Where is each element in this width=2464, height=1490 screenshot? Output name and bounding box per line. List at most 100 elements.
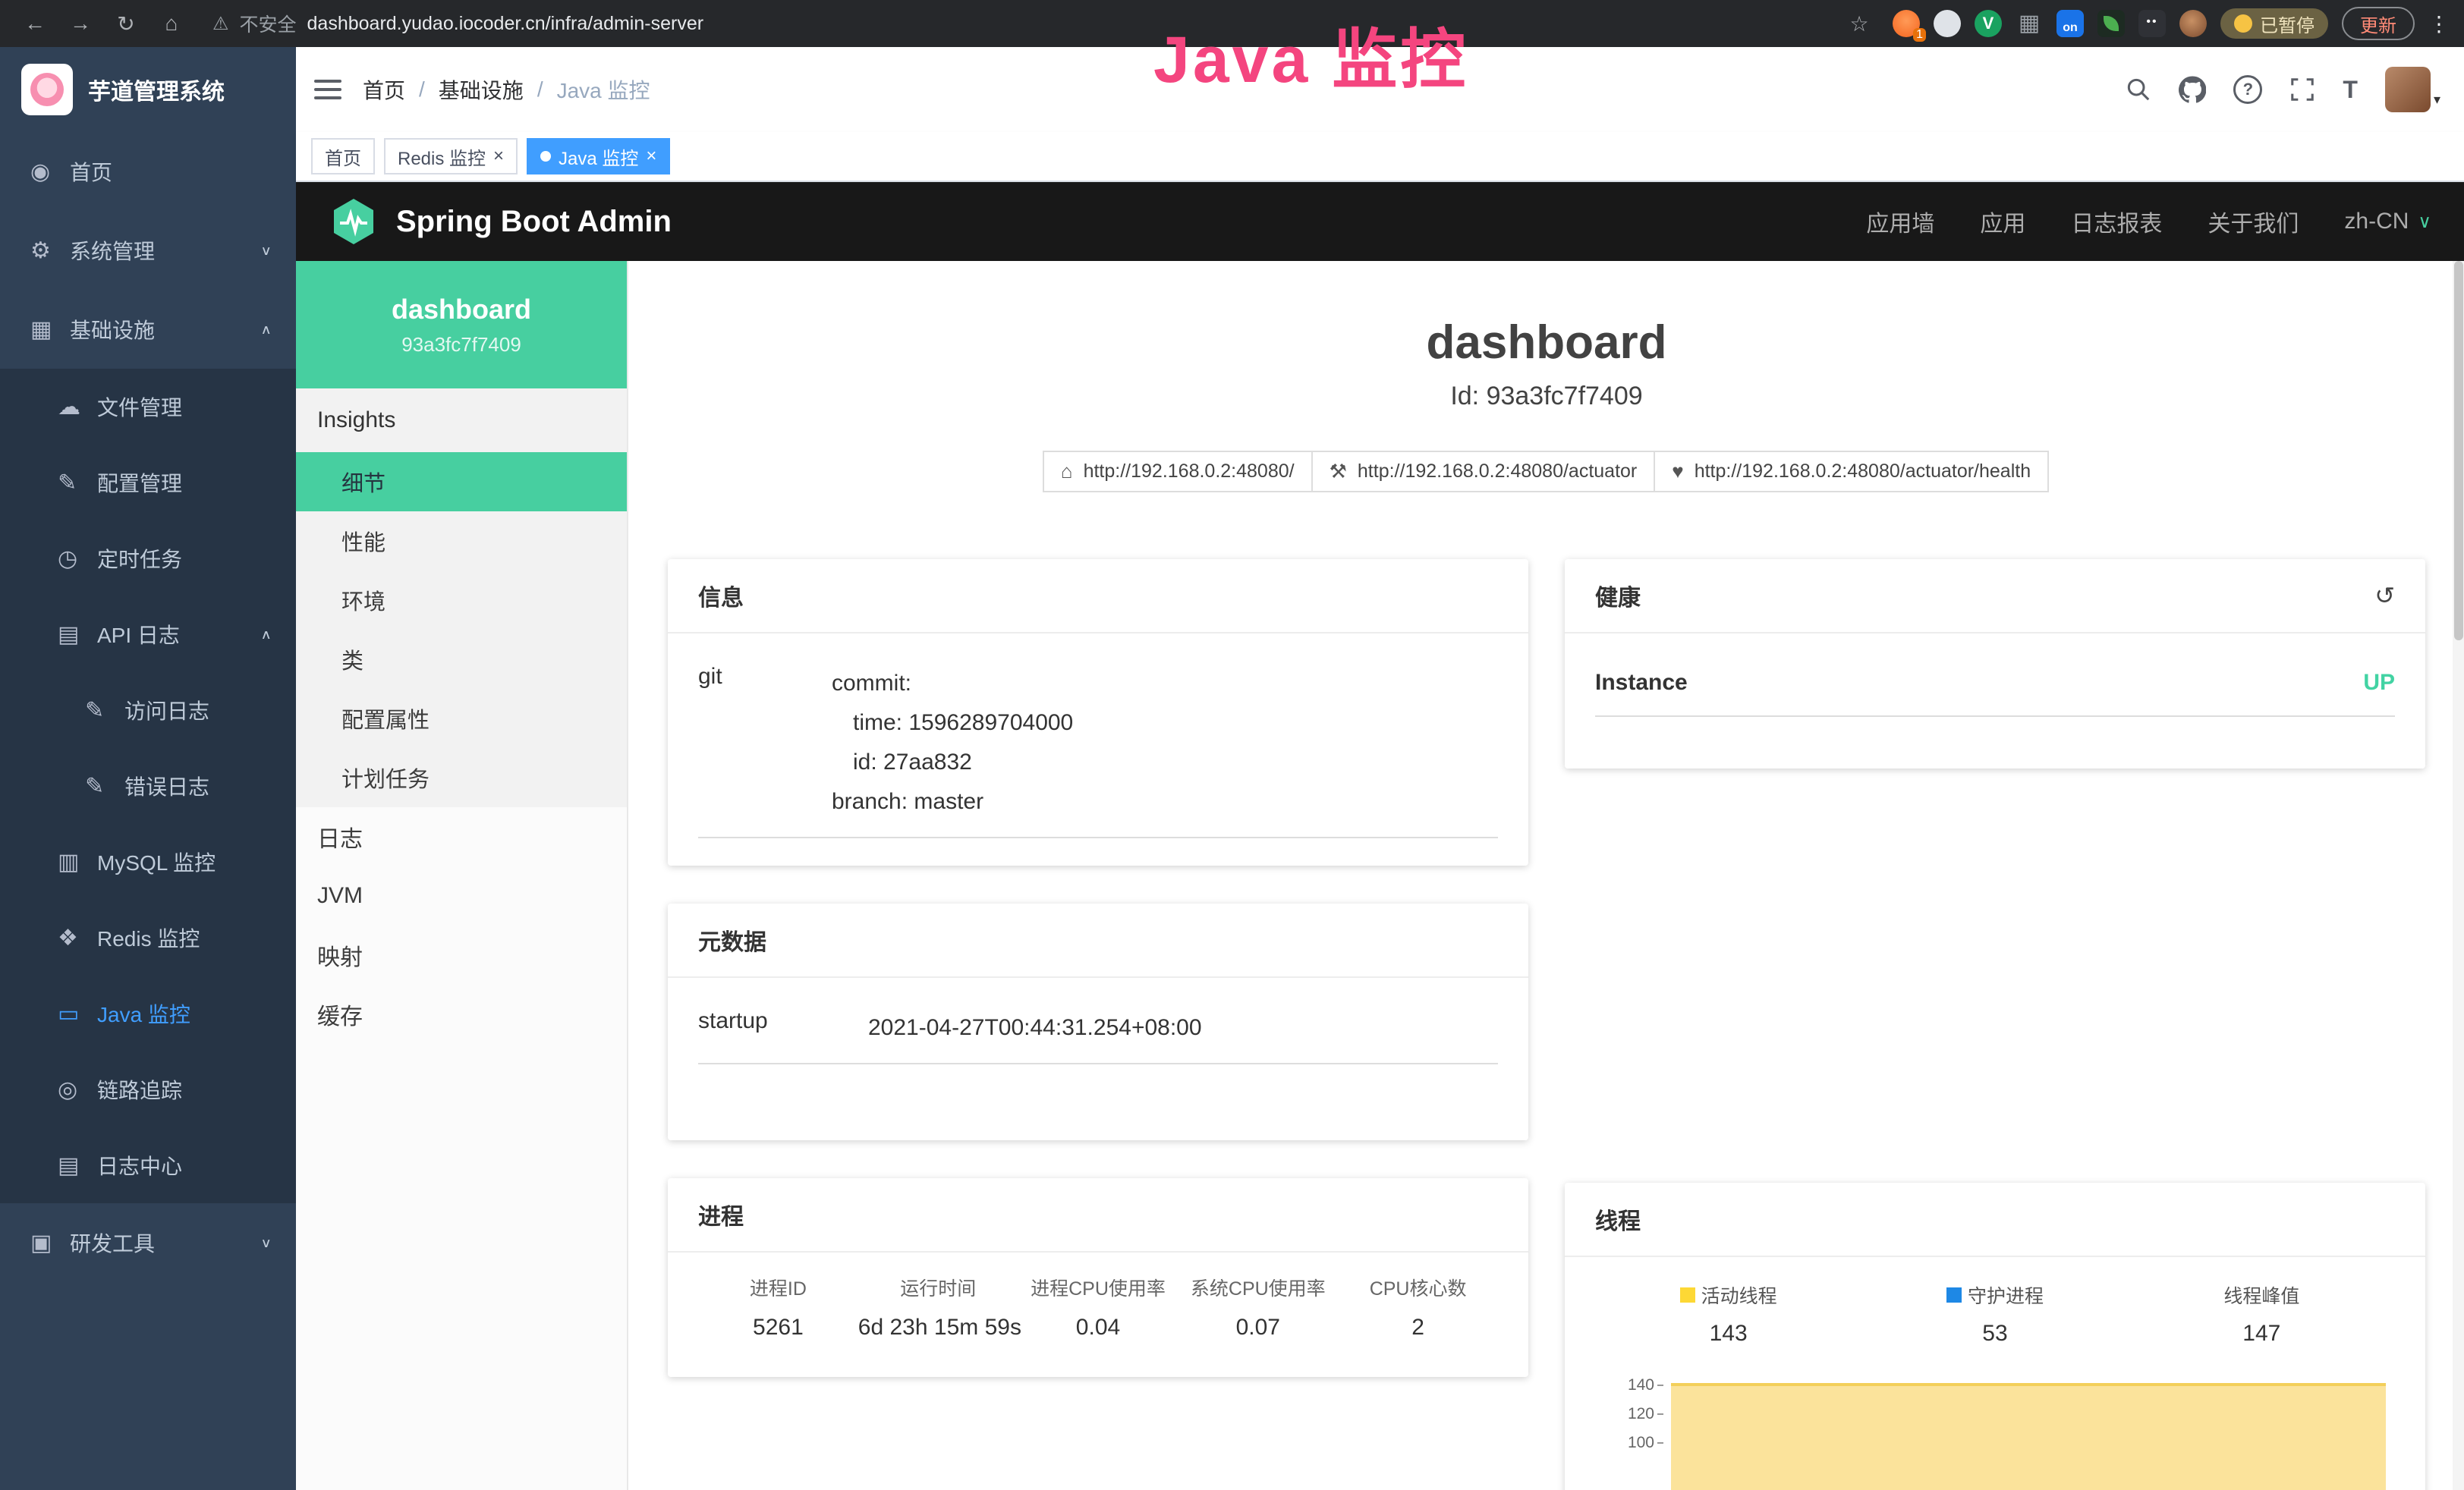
sidebar-item-java-monitor[interactable]: ▭ Java 监控 [0, 976, 296, 1051]
close-icon[interactable]: × [646, 146, 656, 167]
main-scrollbar[interactable] [2453, 261, 2464, 1490]
sidebar-item-caches[interactable]: 缓存 [296, 985, 627, 1044]
search-icon[interactable] [2126, 77, 2151, 102]
sidebar-item-label: 文件管理 [97, 391, 182, 422]
font-size-icon[interactable]: T [2343, 76, 2358, 104]
breadcrumb-infrastructure[interactable]: 基础设施 [439, 74, 524, 105]
back-icon[interactable]: ← [15, 11, 55, 36]
breadcrumb: 首页 / 基础设施 / Java 监控 [363, 74, 650, 105]
git-id-line: id: 27aa832 [832, 743, 1073, 782]
extension-leaf-icon[interactable] [2097, 10, 2125, 37]
process-table: 进程ID 5261 运行时间 6d 23h 15m 59s [698, 1259, 1498, 1350]
sidebar-item-home[interactable]: ◉ 首页 [0, 132, 296, 211]
sba-menu-journal[interactable]: 日志报表 [2071, 205, 2162, 238]
home-icon[interactable]: ⌂ [152, 11, 191, 36]
edit-doc-icon: ✎ [85, 773, 124, 800]
sba-language-select[interactable]: zh-CN ∨ [2344, 209, 2431, 234]
sidebar-item-config-management[interactable]: ✎ 配置管理 [0, 445, 296, 520]
profile-paused-badge[interactable]: 已暂停 [2220, 8, 2328, 39]
user-avatar[interactable] [2385, 67, 2431, 112]
breadcrumb-home[interactable]: 首页 [363, 74, 405, 105]
instance-links: ⌂ http://192.168.0.2:48080/ ⚒ http://192… [668, 451, 2425, 492]
instance-name: dashboard [392, 294, 531, 325]
process-col-system-cpu: 系统CPU使用率 0.07 [1178, 1274, 1338, 1350]
sidebar-item-mappings[interactable]: 映射 [296, 926, 627, 985]
tab-home[interactable]: 首页 [311, 138, 375, 174]
sidebar-item-mysql-monitor[interactable]: ▥ MySQL 监控 [0, 824, 296, 900]
help-icon[interactable]: ? [2233, 75, 2262, 104]
document-icon: ▤ [58, 621, 97, 648]
sidebar-item-log-center[interactable]: ▤ 日志中心 [0, 1127, 296, 1203]
sidebar-item-jvm[interactable]: JVM [296, 866, 627, 926]
instance-header[interactable]: dashboard 93a3fc7f7409 [296, 261, 627, 388]
sidebar-item-api-logs[interactable]: ▤ API 日志 ∧ [0, 596, 296, 672]
sidebar-item-dev-tools[interactable]: ▣ 研发工具 ∨ [0, 1203, 296, 1282]
instance-actuator-link[interactable]: ⚒ http://192.168.0.2:48080/actuator [1311, 451, 1656, 492]
sidebar-item-config-properties[interactable]: 配置属性 [296, 689, 627, 748]
sidebar-item-infrastructure[interactable]: ▦ 基础设施 ∧ [0, 290, 296, 369]
tab-label: 首页 [325, 143, 361, 170]
instance-id-line: Id: 93a3fc7f7409 [668, 382, 2425, 411]
metadata-startup-row: startup 2021-04-27T00:44:31.254+08:00 [698, 984, 1498, 1064]
sidebar-item-link-tracing[interactable]: ◎ 链路追踪 [0, 1051, 296, 1127]
sidebar-item-environment[interactable]: 环境 [296, 571, 627, 630]
instance-base-url-link[interactable]: ⌂ http://192.168.0.2:48080/ [1043, 451, 1313, 492]
browser-update-button[interactable]: 更新 [2342, 7, 2415, 40]
sba-title: Spring Boot Admin [396, 205, 672, 239]
collapse-sidebar-icon[interactable] [314, 80, 341, 99]
sidebar-item-redis-monitor[interactable]: ❖ Redis 监控 [0, 900, 296, 976]
sba-menu-wall[interactable]: 应用墙 [1866, 205, 1934, 238]
eye-icon: ◎ [58, 1077, 97, 1103]
extension-on-icon[interactable]: on [2056, 10, 2084, 37]
tab-java-monitor[interactable]: Java 监控 × [527, 138, 670, 174]
extension-paw-icon[interactable]: •• [2138, 10, 2166, 37]
github-icon[interactable] [2179, 76, 2206, 103]
browser-profile-avatar[interactable] [2179, 10, 2207, 37]
legend-value: 147 [2129, 1321, 2395, 1347]
insights-section-label[interactable]: Insights [296, 388, 627, 452]
sba-menu-about[interactable]: 关于我们 [2208, 205, 2299, 238]
extension-fox-icon[interactable]: 1 [1893, 10, 1920, 37]
edit-doc-icon: ✎ [85, 697, 124, 724]
legend-value: 53 [1861, 1321, 2128, 1347]
sidebar-item-access-logs[interactable]: ✎ 访问日志 [0, 672, 296, 748]
scrollbar-thumb[interactable] [2454, 261, 2463, 640]
forward-icon[interactable]: → [61, 11, 100, 36]
status-badge: UP [2363, 670, 2395, 696]
extension-check-icon[interactable]: V [1975, 10, 2002, 37]
cell-value: 0.04 [1018, 1315, 1179, 1350]
sidebar-item-label: 首页 [70, 156, 112, 187]
history-icon[interactable]: ↺ [2374, 581, 2395, 610]
sidebar-item-scheduled-tasks[interactable]: ◷ 定时任务 [0, 520, 296, 596]
url-text[interactable]: dashboard.yudao.iocoder.cn/infra/admin-s… [307, 13, 704, 35]
tab-redis-monitor[interactable]: Redis 监控 × [384, 138, 518, 174]
instance-health-link[interactable]: ♥ http://192.168.0.2:48080/actuator/heal… [1654, 451, 2049, 492]
y-tick: 140 [1595, 1371, 1668, 1400]
reload-icon[interactable]: ↻ [106, 11, 146, 36]
sidebar-item-error-logs[interactable]: ✎ 错误日志 [0, 748, 296, 824]
bookmark-star-icon[interactable]: ☆ [1839, 11, 1879, 36]
browser-menu-icon[interactable]: ⋮ [2428, 11, 2450, 36]
sidebar-item-system-management[interactable]: ⚙ 系统管理 ∨ [0, 211, 296, 290]
sidebar-item-performance[interactable]: 性能 [296, 511, 627, 571]
sba-menu-applications[interactable]: 应用 [1980, 205, 2025, 238]
column-header: CPU核心数 [1338, 1274, 1498, 1315]
sidebar-item-logs[interactable]: 日志 [296, 807, 627, 866]
sidebar-item-classes[interactable]: 类 [296, 630, 627, 689]
close-icon[interactable]: × [493, 146, 504, 167]
database-icon: ▥ [58, 849, 97, 875]
sidebar-item-label: 访问日志 [124, 695, 209, 725]
security-label[interactable]: 不安全 [240, 10, 297, 37]
sidebar-item-file-management[interactable]: ☁ 文件管理 [0, 369, 296, 445]
heart-icon: ♥ [1672, 460, 1683, 483]
extensions-grid-icon[interactable]: ▦ [2016, 10, 2043, 37]
sidebar-item-details[interactable]: 细节 [296, 452, 627, 511]
app-logo-row[interactable]: 芋道管理系统 [0, 47, 296, 132]
threads-legend: 活动线程 143 守护进程 53 线程峰值 [1595, 1263, 2395, 1347]
link-label: http://192.168.0.2:48080/ [1084, 461, 1295, 483]
active-tab-dot [540, 151, 551, 162]
sidebar-item-scheduled-tasks[interactable]: 计划任务 [296, 748, 627, 807]
address-bar[interactable]: ⚠ 不安全 dashboard.yudao.iocoder.cn/infra/a… [212, 10, 1818, 37]
extension-drop-icon[interactable] [1934, 10, 1961, 37]
fullscreen-icon[interactable] [2289, 77, 2315, 102]
